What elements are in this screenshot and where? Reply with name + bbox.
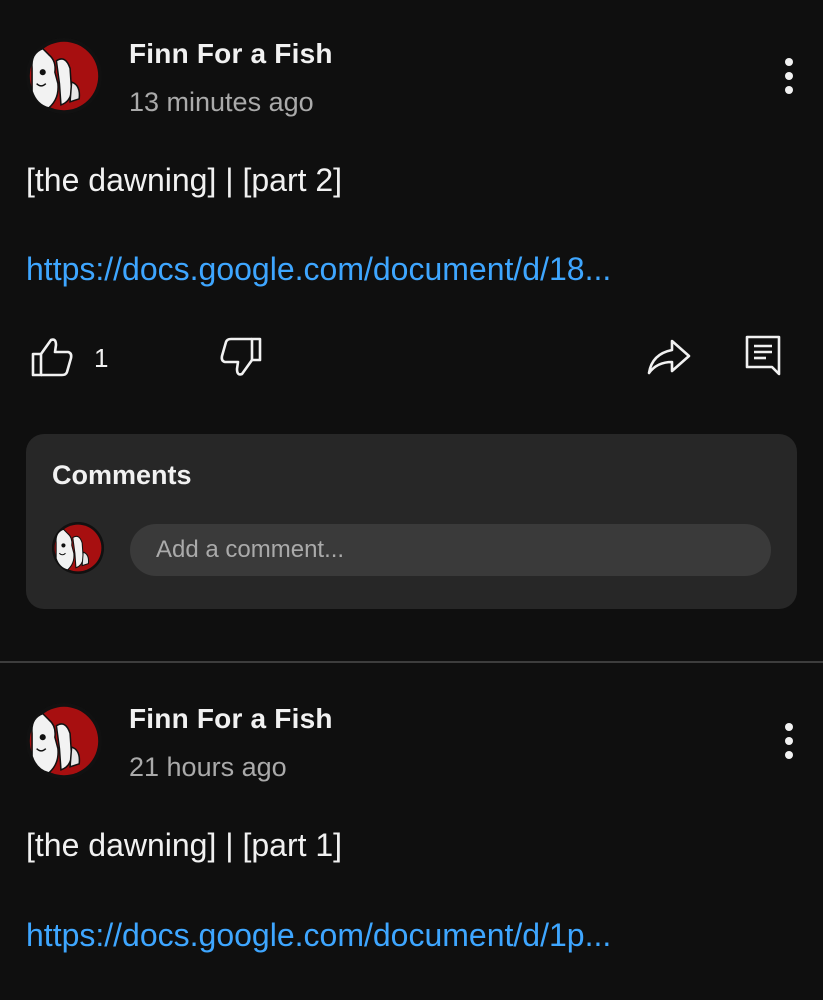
like-button[interactable] — [30, 336, 74, 378]
divider — [0, 661, 823, 663]
post-author[interactable]: Finn For a Fish — [129, 38, 333, 70]
like-count: 1 — [94, 343, 109, 373]
post-link[interactable]: https://docs.google.com/document/d/18... — [26, 251, 611, 288]
avatar-icon[interactable] — [26, 38, 102, 114]
comments-panel: Comments — [26, 434, 797, 609]
comment-icon — [745, 335, 781, 376]
more-vertical-icon[interactable] — [777, 721, 801, 765]
more-vertical-icon[interactable] — [777, 56, 801, 100]
comment-input[interactable] — [130, 524, 771, 576]
dislike-button[interactable] — [219, 336, 263, 378]
thumbs-down-icon — [220, 337, 262, 376]
post-text: [the dawning] | [part 1] — [26, 827, 343, 863]
post-link[interactable]: https://docs.google.com/document/d/1p... — [26, 917, 611, 954]
post-author[interactable]: Finn For a Fish — [129, 703, 333, 735]
thumbs-up-icon — [31, 338, 73, 377]
comment-button[interactable] — [744, 334, 782, 378]
post-text: [the dawning] | [part 2] — [26, 162, 343, 198]
avatar-icon — [52, 522, 104, 574]
share-icon — [647, 339, 691, 375]
avatar-icon[interactable] — [26, 703, 102, 779]
share-button[interactable] — [646, 337, 692, 377]
comments-title: Comments — [52, 460, 192, 490]
post-time: 13 minutes ago — [129, 87, 314, 117]
post-time: 21 hours ago — [129, 752, 287, 782]
